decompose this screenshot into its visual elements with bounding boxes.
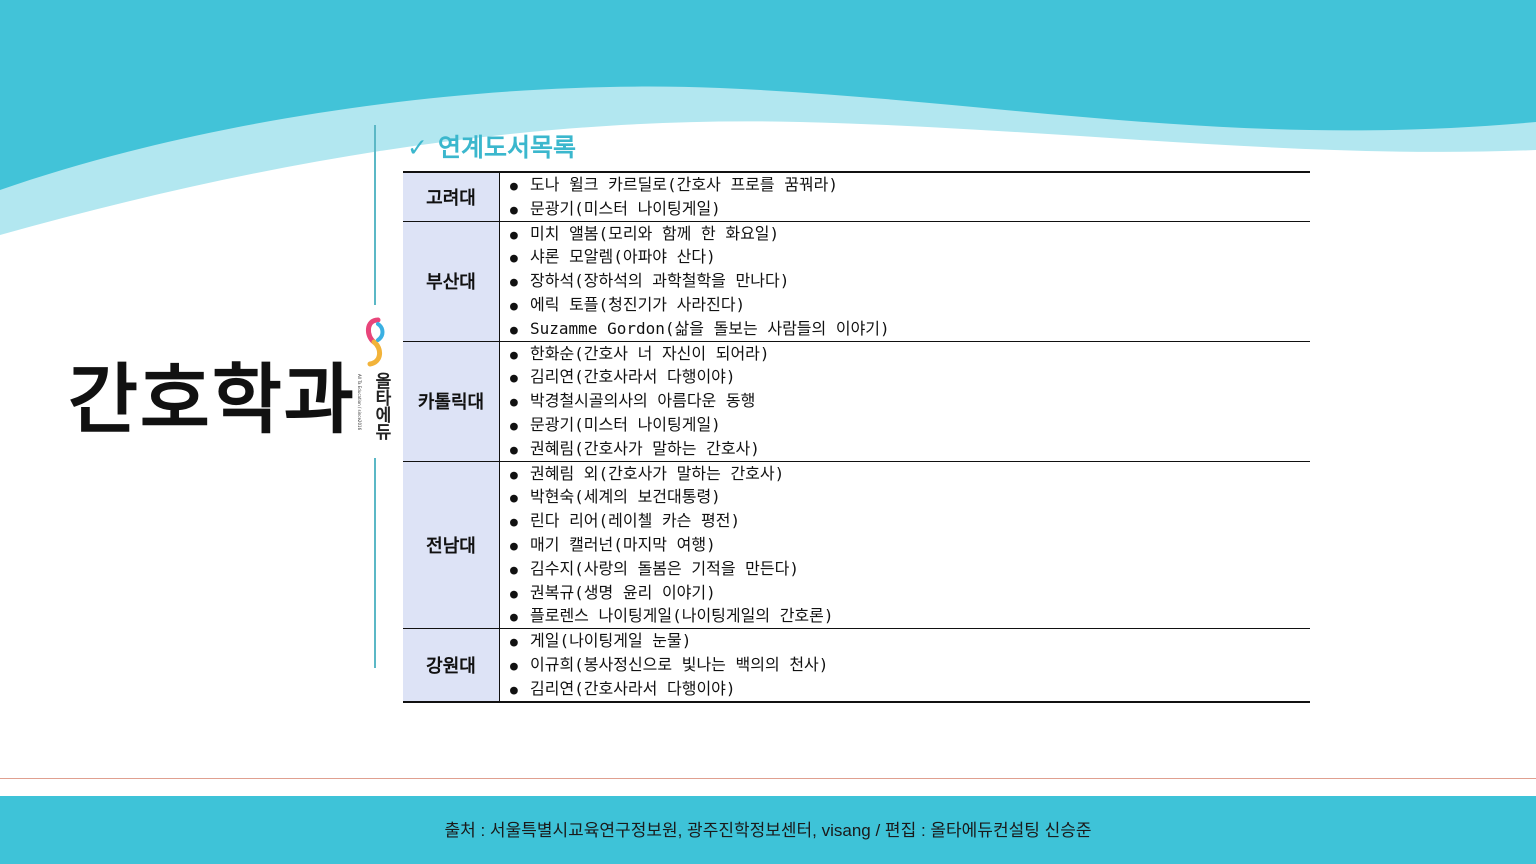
list-item: ● 도나 윌크 카르딜로(간호사 프로를 꿈꿔라) [510, 173, 1310, 197]
university-cell: 강원대 [403, 628, 500, 702]
source-credit: 출처 : 서울특별시교육연구정보원, 광주진학정보센터, visang / 편집… [444, 821, 1092, 840]
book-title: 김수지(사랑의 돌봄은 기적을 만든다) [530, 558, 799, 578]
list-item: ● 게일(나이팅게일 눈물) [510, 629, 1310, 653]
university-cell: 전남대 [403, 460, 500, 629]
list-item: ● 린다 리어(레이첼 카슨 평전) [510, 509, 1310, 533]
book-list-cell: ● 미치 앨봄(모리와 함께 한 화요일) ● 샤론 모알렘(아파야 산다) ● 장하석(… [499, 220, 1310, 342]
list-item: ● 매기 캘러넌(마지막 여행) [510, 533, 1310, 557]
university-cell: 카톨릭대 [403, 340, 500, 462]
reading-list-table: 고려대 ● 도나 윌크 카르딜로(간호사 프로를 꿈꿔라) ● 문광기(미스터 나이팅게… [403, 171, 1310, 703]
book-list: ● 한화순(간호사 너 자신이 되어라) ● 김리연(간호사라서 다행이야) ● 박경철시… [510, 342, 1310, 461]
section-heading-label: 연계도서목록 [437, 133, 576, 162]
check-icon: ✓ [407, 133, 428, 162]
table-row: 부산대 ● 미치 앨봄(모리와 함께 한 화요일) ● 샤론 모알렘(아파야 산다) ● 장… [403, 220, 1310, 342]
footer-band: 출처 : 서울특별시교육연구정보원, 광주진학정보센터, visang / 편집… [0, 796, 1536, 864]
bullet-icon: ● [510, 395, 518, 411]
book-list-cell: ● 권혜림 외(간호사가 말하는 간호사) ● 박현숙(세계의 보건대통령) ● 린다 리… [499, 460, 1310, 629]
bullet-icon: ● [510, 202, 518, 218]
list-item: ● 문광기(미스터 나이팅게일) [510, 413, 1310, 437]
list-item: ● 박현숙(세계의 보건대통령) [510, 485, 1310, 509]
bullet-icon: ● [510, 635, 518, 651]
list-item: ● 김리연(간호사라서 다행이야) [510, 365, 1310, 389]
bullet-icon: ● [510, 322, 518, 338]
book-title: 도나 윌크 카르딜로(간호사 프로를 꿈꿔라) [530, 175, 839, 194]
book-title: 매기 캘러넌(마지막 여행) [530, 534, 716, 554]
book-list-cell: ● 게일(나이팅게일 눈물) ● 이규희(봉사정신으로 빛나는 백의의 천사) ● 김리연… [499, 628, 1310, 702]
list-item: ● 문광기(미스터 나이팅게일) [510, 197, 1310, 221]
list-item: ● 플로렌스 나이팅게일(나이팅게일의 간호론) [510, 604, 1310, 628]
bullet-icon: ● [510, 227, 518, 243]
footer-divider [0, 778, 1536, 779]
bullet-icon: ● [510, 467, 518, 483]
book-title: 이규희(봉사정신으로 빛나는 백의의 천사) [530, 654, 829, 674]
book-title: 문광기(미스터 나이팅게일) [530, 414, 721, 434]
list-item: ● 장하석(장하석의 과학철학을 만나다) [510, 269, 1310, 293]
book-list-cell: ● 한화순(간호사 너 자신이 되어라) ● 김리연(간호사라서 다행이야) ● 박경철시… [499, 340, 1310, 462]
book-title: 게일(나이팅게일 눈물) [530, 631, 692, 651]
book-title: 박현숙(세계의 보건대통령) [530, 487, 721, 507]
book-title: 미치 앨봄(모리와 함께 한 화요일) [530, 223, 780, 243]
book-title: 린다 리어(레이첼 카슨 평전) [530, 511, 741, 531]
table-row: 전남대 ● 권혜림 외(간호사가 말하는 간호사) ● 박현숙(세계의 보건대통령) ● 린… [403, 460, 1310, 629]
book-title: 권복규(생명 윤리 이야기) [530, 582, 716, 602]
list-item: ● Suzamme Gordon(삶을 돌보는 사람들의 이야기) [510, 317, 1310, 341]
table-row: 고려대 ● 도나 윌크 카르딜로(간호사 프로를 꿈꿔라) ● 문광기(미스터 나이팅게… [403, 172, 1311, 222]
book-list: ● 미치 앨봄(모리와 함께 한 화요일) ● 샤론 모알렘(아파야 산다) ● 장하석(… [510, 222, 1310, 341]
book-list: ● 권혜림 외(간호사가 말하는 간호사) ● 박현숙(세계의 보건대통령) ● 린다 리… [510, 462, 1310, 629]
bullet-icon: ● [510, 658, 518, 674]
book-title: 권혜림 외(간호사가 말하는 간호사) [530, 463, 785, 483]
university-cell: 고려대 [403, 172, 500, 222]
section-heading: ✓ 연계도서목록 [407, 128, 576, 164]
list-item: ● 박경철시골의사의 아름다운 동행 [510, 389, 1310, 413]
bullet-icon: ● [510, 251, 518, 267]
logo-wordmark: 올타에듀 [371, 372, 391, 440]
bullet-icon: ● [510, 442, 518, 458]
bullet-icon: ● [510, 275, 518, 291]
list-item: ● 권혜림(간호사가 말하는 간호사) [510, 437, 1310, 461]
book-title: 장하석(장하석의 과학철학을 만나다) [530, 271, 790, 291]
bullet-icon: ● [510, 371, 518, 387]
bullet-icon: ● [510, 491, 518, 507]
bullet-icon: ● [510, 179, 518, 194]
book-title: 문광기(미스터 나이팅게일) [530, 198, 721, 218]
book-title: 한화순(간호사 너 자신이 되어라) [530, 343, 770, 363]
list-item: ● 미치 앨봄(모리와 함께 한 화요일) [510, 222, 1310, 246]
list-item: ● 김수지(사랑의 돌봄은 기적을 만든다) [510, 557, 1310, 581]
university-cell: 부산대 [403, 220, 500, 342]
book-title: 박경철시골의사의 아름다운 동행 [530, 391, 756, 411]
list-item: ● 한화순(간호사 너 자신이 되어라) [510, 342, 1310, 366]
book-title: 플로렌스 나이팅게일(나이팅게일의 간호론) [530, 606, 834, 626]
book-title: 에릭 토플(청진기가 사라진다) [530, 294, 746, 314]
book-title: 샤론 모알렘(아파야 산다) [530, 247, 716, 267]
vertical-divider-bottom [374, 458, 376, 668]
logo-tagline: All Ta Education / since2016 [357, 374, 362, 431]
list-item: ● 권복규(생명 윤리 이야기) [510, 581, 1310, 605]
bullet-icon: ● [510, 562, 518, 578]
book-list: ● 게일(나이팅게일 눈물) ● 이규희(봉사정신으로 빛나는 백의의 천사) ● 김리연… [510, 629, 1310, 700]
bullet-icon: ● [510, 682, 518, 698]
list-item: ● 이규희(봉사정신으로 빛나는 백의의 천사) [510, 653, 1310, 677]
logo-mark-icon [366, 317, 385, 367]
book-title: 권혜림(간호사가 말하는 간호사) [530, 438, 760, 458]
list-item: ● 권혜림 외(간호사가 말하는 간호사) [510, 462, 1310, 486]
book-list-cell: ● 도나 윌크 카르딜로(간호사 프로를 꿈꿔라) ● 문광기(미스터 나이팅게일) [500, 172, 1311, 221]
bullet-icon: ● [510, 610, 518, 626]
book-list: ● 도나 윌크 카르딜로(간호사 프로를 꿈꿔라) ● 문광기(미스터 나이팅게일) [510, 173, 1310, 221]
list-item: ● 에릭 토플(청진기가 사라진다) [510, 293, 1310, 317]
vertical-divider-top [374, 125, 376, 305]
table-row: 강원대 ● 게일(나이팅게일 눈물) ● 이규희(봉사정신으로 빛나는 백의의 천사) ●… [403, 628, 1310, 702]
bullet-icon: ● [510, 347, 518, 363]
list-item: ● 샤론 모알렘(아파야 산다) [510, 245, 1310, 269]
book-title: Suzamme Gordon(삶을 돌보는 사람들의 이야기) [530, 318, 890, 338]
book-title: 김리연(간호사라서 다행이야) [530, 367, 736, 387]
bullet-icon: ● [510, 586, 518, 602]
book-title: 김리연(간호사라서 다행이야) [530, 678, 736, 698]
bullet-icon: ● [510, 418, 518, 434]
table-row: 카톨릭대 ● 한화순(간호사 너 자신이 되어라) ● 김리연(간호사라서 다행이야) ●… [403, 340, 1310, 462]
bullet-icon: ● [510, 538, 518, 554]
bullet-icon: ● [510, 298, 518, 314]
page-title: 간호학과 [68, 355, 356, 444]
list-item: ● 김리연(간호사라서 다행이야) [510, 677, 1310, 701]
bullet-icon: ● [510, 515, 518, 531]
